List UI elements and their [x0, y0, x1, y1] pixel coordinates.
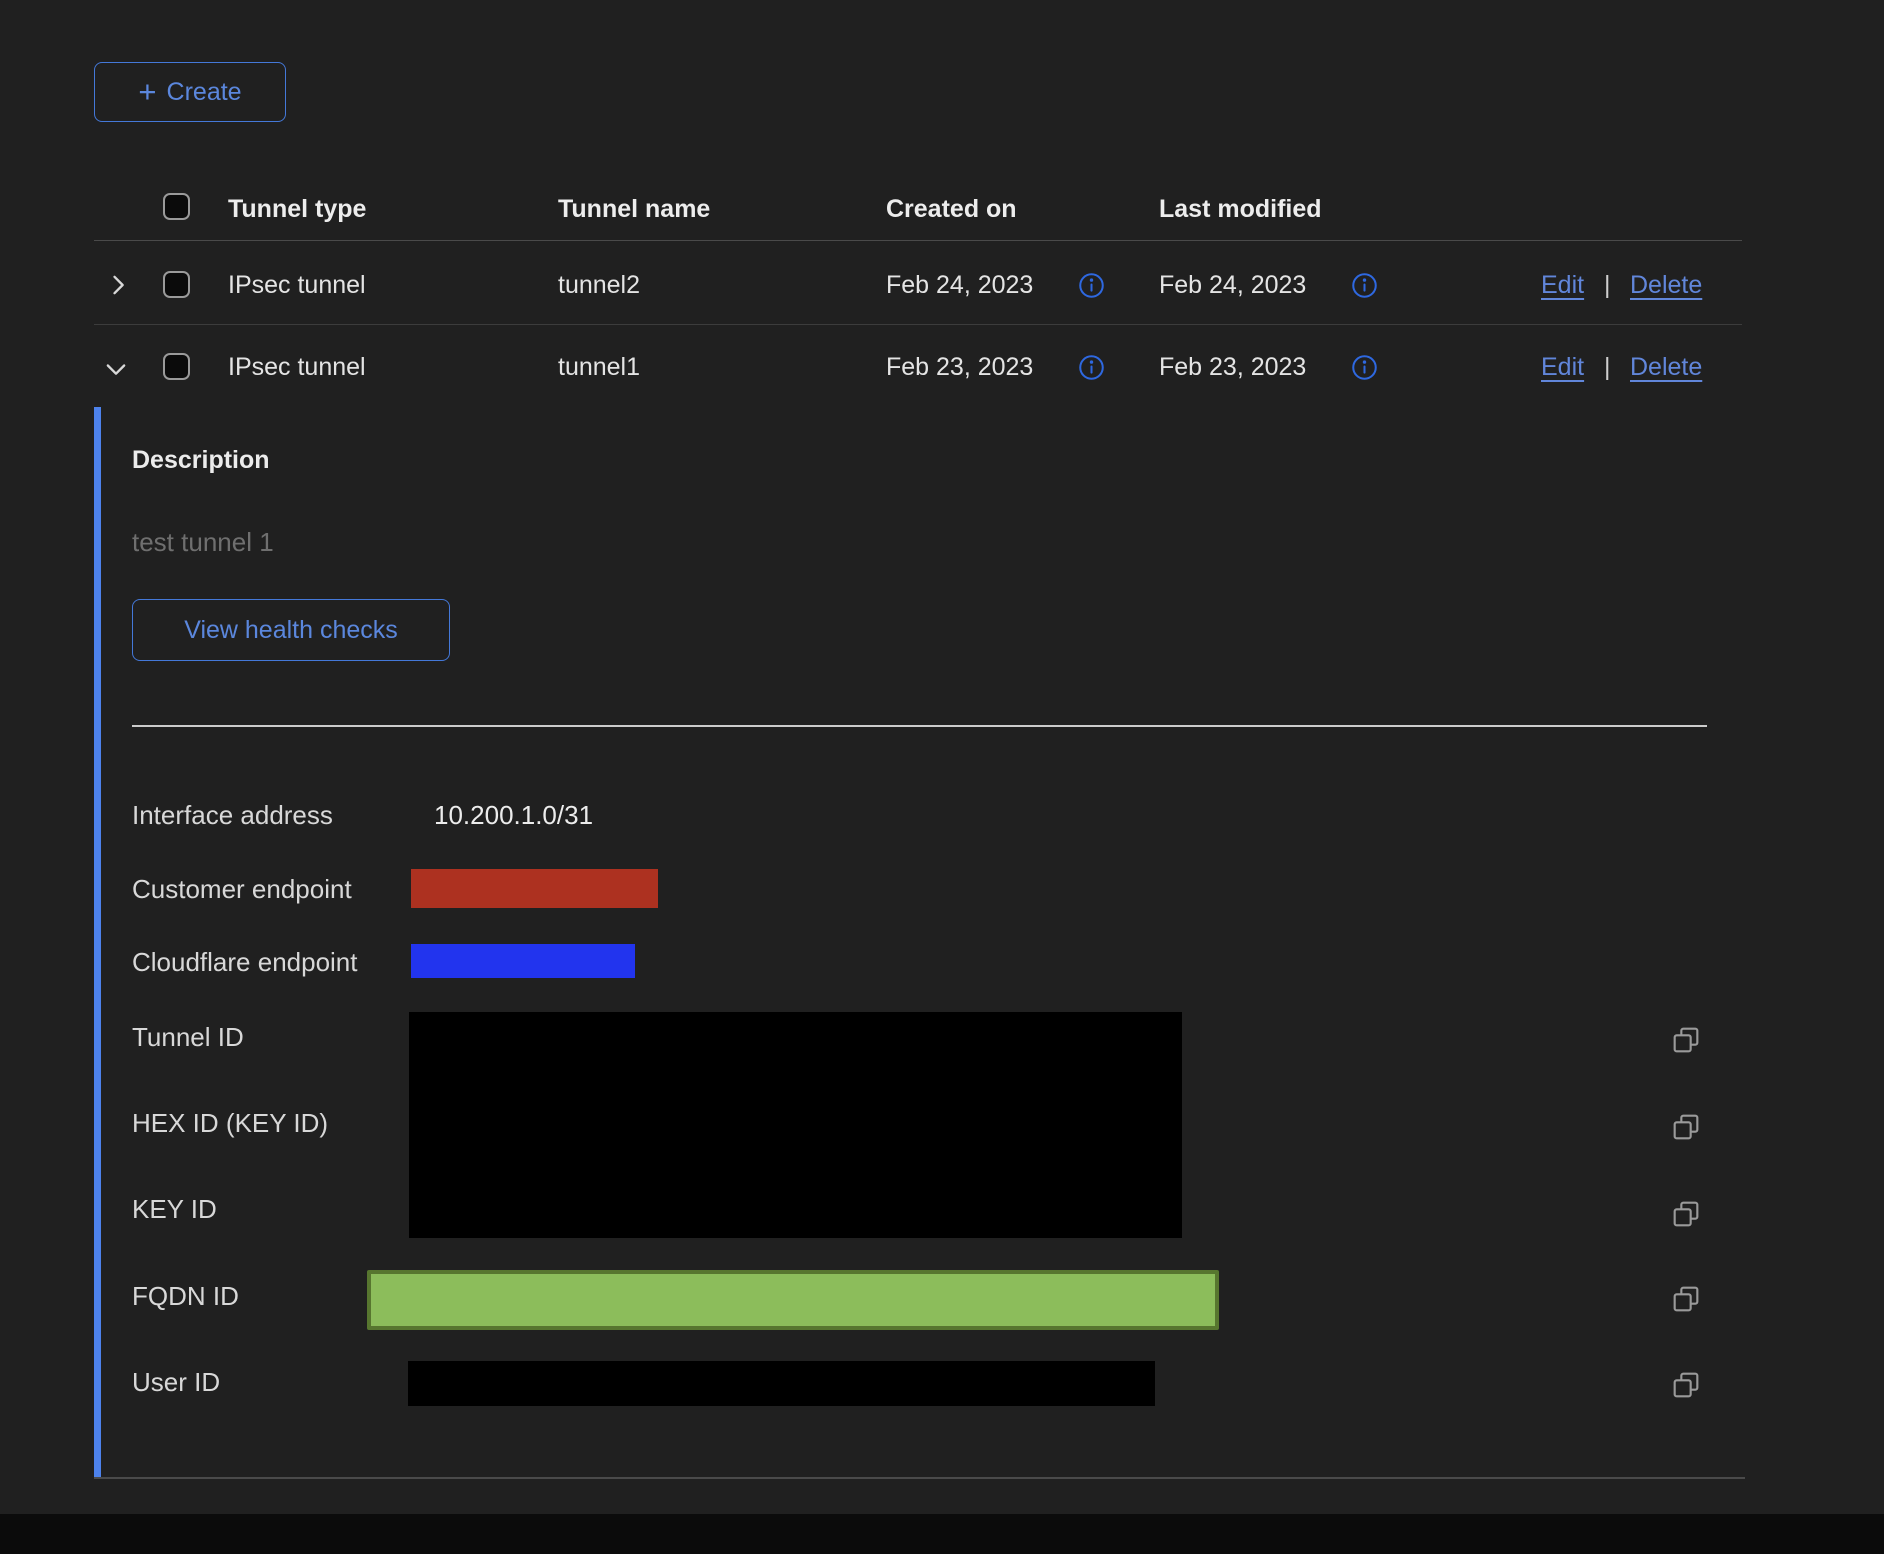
create-button[interactable]: + Create: [94, 62, 286, 122]
created-on-cell: Feb 23, 2023: [886, 353, 1033, 382]
info-icon[interactable]: [1351, 272, 1378, 299]
interface-address-label: Interface address: [132, 800, 333, 831]
key-id-label: KEY ID: [132, 1194, 217, 1225]
delete-link[interactable]: Delete: [1630, 271, 1702, 300]
tunnel-type-cell: IPsec tunnel: [228, 353, 366, 382]
user-id-label: User ID: [132, 1367, 220, 1398]
customer-endpoint-label: Customer endpoint: [132, 874, 352, 905]
row-divider: [94, 324, 1742, 325]
view-health-checks-button[interactable]: View health checks: [132, 599, 450, 661]
delete-link[interactable]: Delete: [1630, 353, 1702, 382]
select-all-checkbox[interactable]: [163, 193, 190, 220]
interface-address-value: 10.200.1.0/31: [434, 800, 593, 831]
last-modified-cell: Feb 24, 2023: [1159, 271, 1306, 300]
action-separator: |: [1604, 271, 1611, 300]
column-header-last-modified: Last modified: [1159, 195, 1322, 224]
copy-fqdn-id-icon[interactable]: [1670, 1283, 1702, 1315]
info-icon[interactable]: [1078, 354, 1105, 381]
info-icon[interactable]: [1078, 272, 1105, 299]
description-value: test tunnel 1: [132, 527, 274, 558]
expanded-row-indicator-bar: [94, 407, 101, 1479]
plus-icon: +: [138, 76, 156, 107]
description-label: Description: [132, 446, 270, 475]
column-header-tunnel-type: Tunnel type: [228, 195, 366, 224]
created-on-cell: Feb 24, 2023: [886, 271, 1033, 300]
header-divider: [94, 240, 1742, 241]
last-modified-cell: Feb 23, 2023: [1159, 353, 1306, 382]
tunnels-page: + Create Tunnel type Tunnel name Created…: [0, 0, 1884, 1554]
tunnel-id-label: Tunnel ID: [132, 1022, 244, 1053]
fqdn-id-label: FQDN ID: [132, 1281, 239, 1312]
create-button-label: Create: [167, 78, 242, 107]
tunnel-name-cell: tunnel1: [558, 353, 640, 382]
copy-user-id-icon[interactable]: [1670, 1369, 1702, 1401]
hex-id-label: HEX ID (KEY ID): [132, 1108, 328, 1139]
panel-divider: [132, 725, 1707, 727]
copy-key-id-icon[interactable]: [1670, 1198, 1702, 1230]
user-id-redacted-value: [408, 1361, 1155, 1406]
bottom-edge-band: [0, 1514, 1884, 1554]
cloudflare-endpoint-label: Cloudflare endpoint: [132, 947, 358, 978]
row-checkbox[interactable]: [163, 353, 190, 380]
fqdn-id-redacted-value: [367, 1270, 1219, 1330]
customer-endpoint-redacted-value: [411, 869, 658, 908]
chevron-right-icon[interactable]: [104, 271, 132, 299]
action-separator: |: [1604, 353, 1611, 382]
column-header-created-on: Created on: [886, 195, 1017, 224]
panel-bottom-divider: [94, 1477, 1745, 1479]
column-header-tunnel-name: Tunnel name: [558, 195, 710, 224]
row-checkbox[interactable]: [163, 271, 190, 298]
chevron-down-icon[interactable]: [102, 355, 130, 383]
edit-link[interactable]: Edit: [1541, 353, 1584, 382]
view-health-checks-label: View health checks: [184, 616, 398, 645]
tunnel-name-cell: tunnel2: [558, 271, 640, 300]
copy-hex-id-icon[interactable]: [1670, 1111, 1702, 1143]
ids-redacted-value: [409, 1012, 1182, 1238]
tunnel-type-cell: IPsec tunnel: [228, 271, 366, 300]
copy-tunnel-id-icon[interactable]: [1670, 1024, 1702, 1056]
info-icon[interactable]: [1351, 354, 1378, 381]
edit-link[interactable]: Edit: [1541, 271, 1584, 300]
cloudflare-endpoint-redacted-value: [411, 944, 635, 978]
